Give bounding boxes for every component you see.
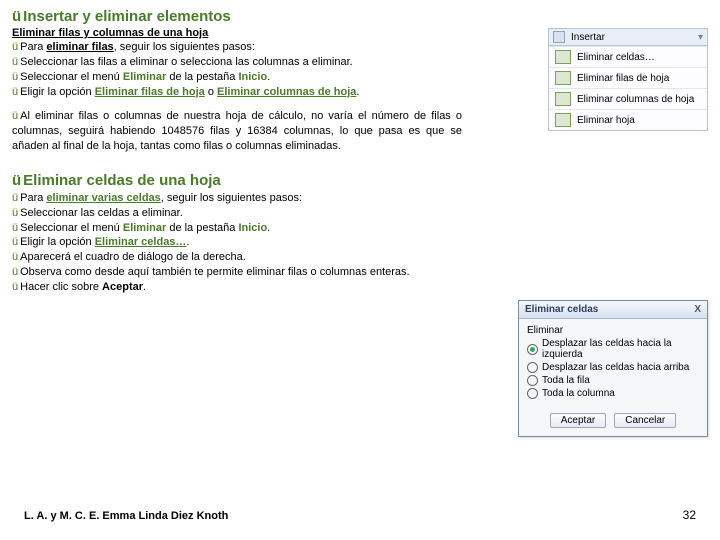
s2-step-6: üObserva como desde aquí también te perm… [12,265,462,280]
title1-text: Insertar y eliminar elementos [23,8,231,25]
page-number: 32 [683,508,696,522]
step-4: üEligir la opción Eliminar filas de hoja… [12,85,462,100]
step-2: üSeleccionar las filas a eliminar o sele… [12,55,462,70]
paragraph-note: üAl eliminar filas o columnas de nuestra… [12,109,462,154]
ok-button[interactable]: Aceptar [550,413,606,428]
s2-step-4: üEligir la opción Eliminar celdas…. [12,235,462,250]
dialog-title: Eliminar celdas [525,304,598,315]
close-icon[interactable]: X [694,304,701,315]
delete-sheet-icon [555,113,571,127]
s2-step-5: üAparecerá el cuadro de diálogo de la de… [12,250,462,265]
s2-step-3: üSeleccionar el menú Eliminar de la pest… [12,221,462,236]
footer-author: L. A. y M. C. E. Emma Linda Diez Knoth [24,510,228,522]
menu-item-delete-sheet[interactable]: Eliminar hoja [549,109,707,130]
menu-item-delete-rows[interactable]: Eliminar filas de hoja [549,67,707,88]
insert-icon [553,31,565,43]
delete-rows-icon [555,71,571,85]
chevron-down-icon: ▾ [698,32,703,43]
delete-cells-icon [555,50,571,64]
s2-step-1: üPara eliminar varias celdas, seguir los… [12,191,462,206]
radio-shift-left[interactable]: Desplazar las celdas hacia la izquierda [527,338,699,360]
radio-shift-up[interactable]: Desplazar las celdas hacia arriba [527,362,699,373]
delete-cols-icon [555,92,571,106]
menu-item-delete-cols[interactable]: Eliminar columnas de hoja [549,88,707,109]
delete-cells-dialog: Eliminar celdas X Eliminar Desplazar las… [518,300,708,437]
radio-entire-row[interactable]: Toda la fila [527,375,699,386]
insert-label: Insertar [571,32,605,43]
s2-step-7: üHacer clic sobre Aceptar. [12,280,462,295]
menu-item-delete-cells[interactable]: Eliminar celdas… [549,46,707,67]
subtitle: Eliminar filas y columnas de una hoja [12,27,462,39]
section-title-1: üInsertar y eliminar elementos [12,8,462,25]
cancel-button[interactable]: Cancelar [614,413,676,428]
dialog-group-label: Eliminar [527,325,699,336]
step-3: üSeleccionar el menú Eliminar de la pest… [12,70,462,85]
section-title-2: üEliminar celdas de una hoja [12,172,462,189]
s2-step-2: üSeleccionar las celdas a eliminar. [12,206,462,221]
radio-entire-col[interactable]: Toda la columna [527,388,699,399]
step-1: üPara eliminar filas, seguir los siguien… [12,40,462,55]
excel-delete-menu: Insertar ▾ Eliminar celdas… Eliminar fil… [548,28,708,131]
